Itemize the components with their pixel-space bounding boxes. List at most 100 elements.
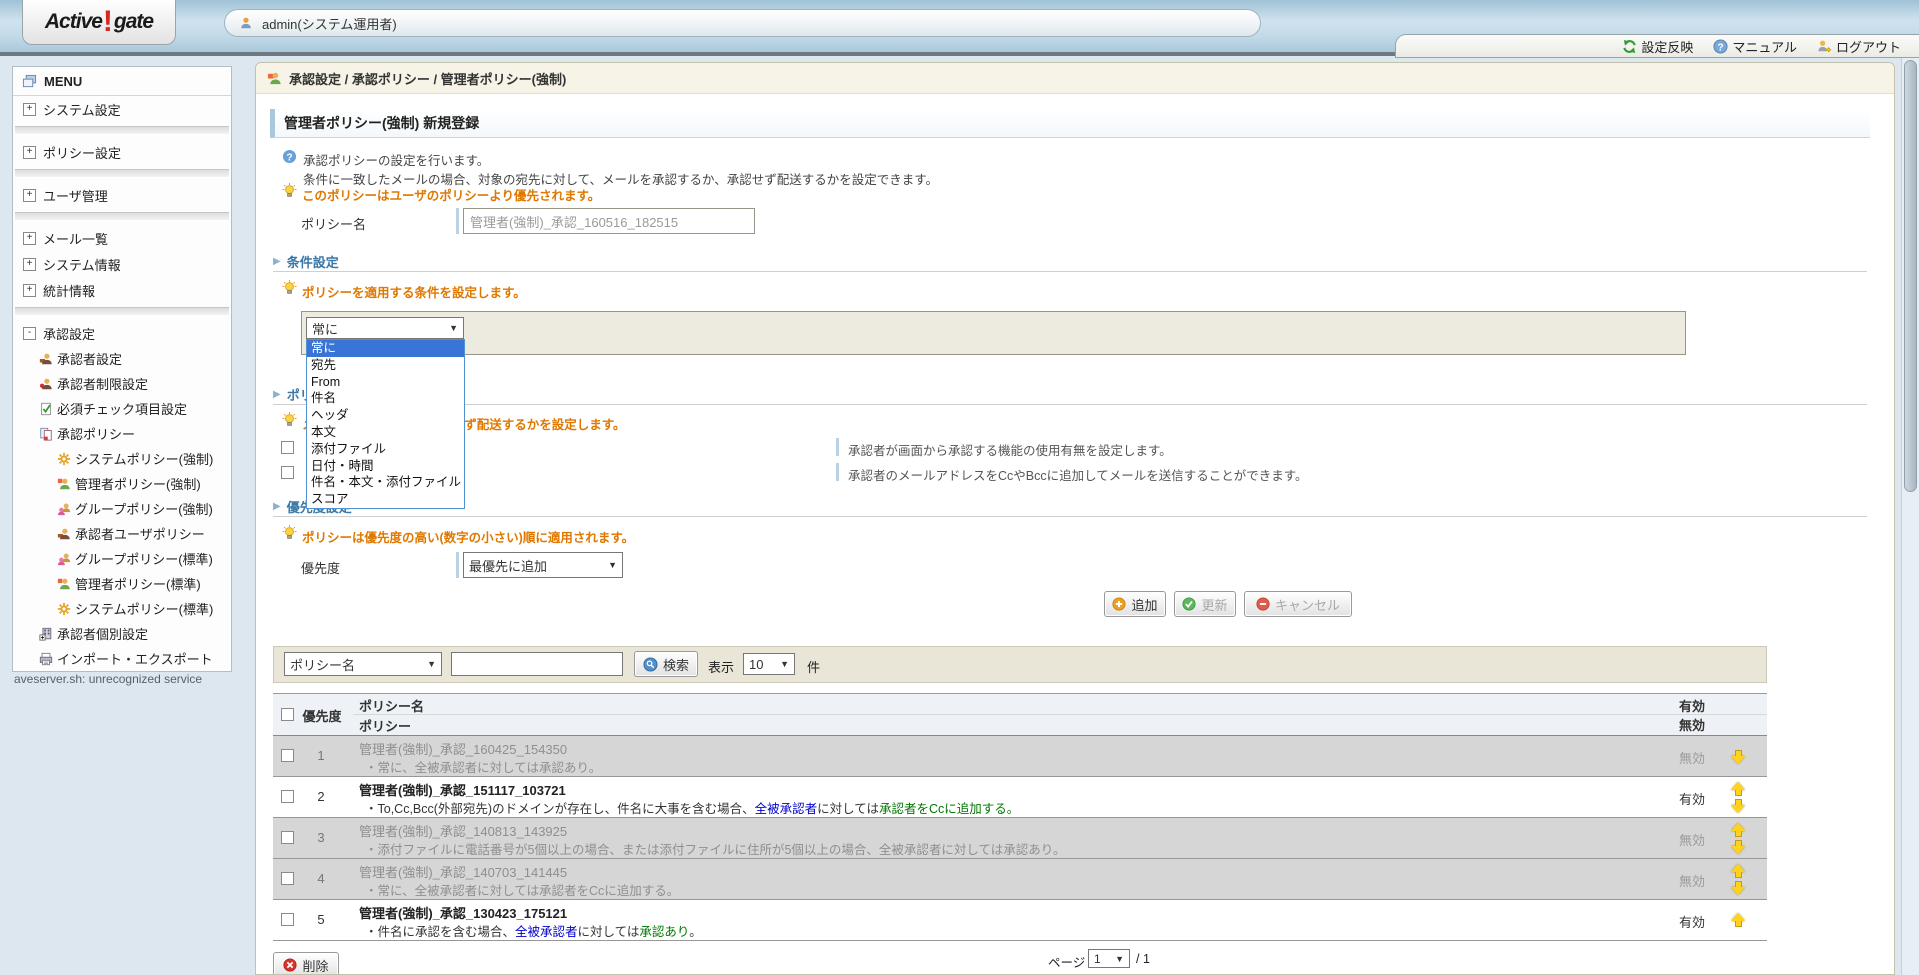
expand-icon[interactable]: + bbox=[23, 189, 36, 202]
update-button[interactable]: 更新 bbox=[1174, 591, 1236, 617]
svg-text:?: ? bbox=[286, 152, 292, 163]
row-checkbox[interactable] bbox=[281, 749, 294, 762]
header-priority: 優先度 bbox=[301, 706, 343, 725]
sidebar-item[interactable]: システムポリシー(標準) bbox=[13, 596, 231, 621]
move-up-icon[interactable] bbox=[1731, 864, 1746, 879]
header-divider bbox=[353, 714, 1767, 715]
sidebar-item-label: システムポリシー(標準) bbox=[75, 599, 213, 618]
gear-policy-icon bbox=[57, 602, 71, 616]
dropdown-option[interactable]: 添付ファイル bbox=[307, 441, 464, 458]
move-down-icon[interactable] bbox=[1731, 798, 1746, 813]
move-up-icon[interactable] bbox=[1731, 782, 1746, 797]
logout-label: ログアウト bbox=[1836, 37, 1901, 56]
sidebar-group[interactable]: +ユーザ管理 bbox=[13, 182, 231, 208]
dropdown-option[interactable]: 本文 bbox=[307, 424, 464, 441]
delete-button[interactable]: 削除 bbox=[273, 952, 339, 975]
plus-icon bbox=[1112, 597, 1126, 611]
move-down-icon[interactable] bbox=[1731, 749, 1746, 764]
row-move-arrows bbox=[1723, 902, 1753, 938]
tip-priority-over-user: このポリシーはユーザのポリシーより優先されます。 bbox=[302, 185, 600, 204]
row-checkbox[interactable] bbox=[281, 831, 294, 844]
select-all-checkbox[interactable] bbox=[281, 708, 294, 721]
row-checkbox[interactable] bbox=[281, 872, 294, 885]
sidebar-item[interactable]: グループポリシー(強制) bbox=[13, 496, 231, 521]
sidebar-item[interactable]: グループポリシー(標準) bbox=[13, 546, 231, 571]
sidebar-item[interactable]: 承認者個別設定 bbox=[13, 621, 231, 646]
sidebar-item[interactable]: 承認者ユーザポリシー bbox=[13, 521, 231, 546]
desc-text: ・常に、全被承認者に対しては承認あり。 bbox=[365, 761, 601, 775]
apply-settings-label: 設定反映 bbox=[1641, 37, 1693, 56]
expand-icon[interactable]: + bbox=[23, 232, 36, 245]
policy-target-link[interactable]: 全被承認者 bbox=[515, 925, 578, 939]
dropdown-option[interactable]: ヘッダ bbox=[307, 407, 464, 424]
row-status: 有効 bbox=[1679, 789, 1725, 808]
page-label: ページ bbox=[1048, 952, 1085, 971]
expand-icon[interactable]: + bbox=[23, 284, 36, 297]
search-input[interactable] bbox=[451, 652, 623, 676]
approve-screen-checkbox[interactable] bbox=[281, 441, 294, 454]
expand-icon[interactable]: + bbox=[23, 103, 36, 116]
sidebar-group[interactable]: +ポリシー設定 bbox=[13, 139, 231, 165]
search-field-select[interactable]: ポリシー名 ▼ bbox=[284, 652, 442, 676]
priority-select[interactable]: 最優先に追加 ▼ bbox=[463, 552, 623, 578]
policy-docs-icon bbox=[39, 427, 53, 441]
row-policy-name: 管理者(強制)_承認_140703_141445 bbox=[359, 862, 567, 881]
dropdown-option[interactable]: From bbox=[307, 374, 464, 391]
add-button[interactable]: 追加 bbox=[1104, 591, 1166, 617]
desc-text: ・To,Cc,Bcc(外部宛先)のドメインが存在し、件名に大事を含む場合、 bbox=[365, 802, 755, 816]
policy-target-link[interactable]: 全被承認者 bbox=[755, 802, 818, 816]
row-checkbox[interactable] bbox=[281, 913, 294, 926]
condition-select[interactable]: 常に ▼ bbox=[306, 317, 464, 339]
page-select[interactable]: 1 ▼ bbox=[1088, 949, 1130, 968]
row-policy-desc: ・常に、全被承認者に対しては承認者をCcに追加する。 bbox=[365, 880, 679, 899]
table-row: 1管理者(強制)_承認_160425_154350・常に、全被承認者に対しては承… bbox=[273, 736, 1767, 777]
sidebar-item[interactable]: インポート・エクスポート bbox=[13, 646, 231, 671]
move-up-icon[interactable] bbox=[1731, 823, 1746, 838]
sidebar-group[interactable]: +システム情報 bbox=[13, 251, 231, 277]
sidebar-item-label: 承認ポリシー bbox=[57, 424, 135, 443]
collapse-icon[interactable]: - bbox=[23, 327, 36, 340]
dropdown-option[interactable]: 件名 bbox=[307, 390, 464, 407]
show-count-select[interactable]: 10 ▼ bbox=[743, 653, 795, 675]
cancel-button[interactable]: キャンセル bbox=[1244, 591, 1352, 617]
sidebar-item[interactable]: 必須チェック項目設定 bbox=[13, 396, 231, 421]
row-move-arrows bbox=[1723, 738, 1753, 774]
cc-bcc-checkbox[interactable] bbox=[281, 466, 294, 479]
manual-link[interactable]: ? マニュアル bbox=[1713, 37, 1797, 56]
row-policy-name: 管理者(強制)_承認_160425_154350 bbox=[359, 739, 567, 758]
sidebar-item[interactable]: 承認ポリシー bbox=[13, 421, 231, 446]
sidebar-group[interactable]: +メール一覧 bbox=[13, 225, 231, 251]
menu-icon bbox=[22, 74, 37, 89]
delete-label: 削除 bbox=[302, 956, 328, 975]
sidebar-item[interactable]: システムポリシー(強制) bbox=[13, 446, 231, 471]
logo-bang: ! bbox=[103, 7, 113, 37]
dropdown-option[interactable]: 常に bbox=[307, 340, 464, 357]
sidebar-item[interactable]: 管理者ポリシー(標準) bbox=[13, 571, 231, 596]
apply-settings-link[interactable]: 設定反映 bbox=[1622, 37, 1693, 56]
sidebar-item[interactable]: 承認者制限設定 bbox=[13, 371, 231, 396]
sidebar-item[interactable]: 承認者設定 bbox=[13, 346, 231, 371]
expand-icon[interactable]: + bbox=[23, 258, 36, 271]
sidebar-item[interactable]: 管理者ポリシー(強制) bbox=[13, 471, 231, 496]
dropdown-option[interactable]: 件名・本文・添付ファイル bbox=[307, 474, 464, 491]
dropdown-option[interactable]: 日付・時間 bbox=[307, 458, 464, 475]
move-down-icon[interactable] bbox=[1731, 839, 1746, 854]
search-button[interactable]: 検索 bbox=[634, 651, 698, 677]
row-checkbox[interactable] bbox=[281, 790, 294, 803]
dropdown-option[interactable]: スコア bbox=[307, 491, 464, 508]
sidebar-item-label: 必須チェック項目設定 bbox=[57, 399, 187, 418]
sidebar-group[interactable]: -承認設定 bbox=[13, 320, 231, 346]
policy-name-input[interactable]: 管理者(強制)_承認_160516_182515 bbox=[463, 208, 755, 234]
move-up-icon[interactable] bbox=[1731, 913, 1746, 928]
sidebar-group[interactable]: +統計情報 bbox=[13, 277, 231, 303]
scrollbar-thumb[interactable] bbox=[1904, 60, 1917, 492]
move-down-icon[interactable] bbox=[1731, 880, 1746, 895]
person-admin-icon bbox=[57, 477, 71, 491]
tip-condition: ポリシーを適用する条件を設定します。 bbox=[302, 282, 526, 301]
row-policy-desc: ・常に、全被承認者に対しては承認あり。 bbox=[365, 757, 601, 776]
logout-link[interactable]: ログアウト bbox=[1817, 37, 1901, 56]
dropdown-option[interactable]: 宛先 bbox=[307, 357, 464, 374]
expand-icon[interactable]: + bbox=[23, 146, 36, 159]
sidebar-group[interactable]: +システム設定 bbox=[13, 96, 231, 122]
lamp-icon bbox=[282, 280, 297, 295]
